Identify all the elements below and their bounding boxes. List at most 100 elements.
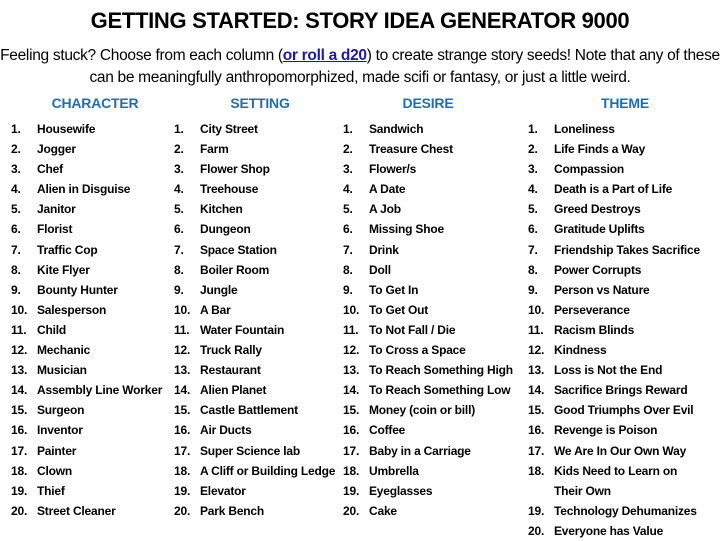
item-text: Super Science lab bbox=[200, 443, 300, 458]
item-number: 5. bbox=[528, 202, 538, 217]
item-text: To Reach Something Low bbox=[369, 383, 511, 398]
item-number: 18. bbox=[343, 463, 360, 478]
item-number: 3. bbox=[528, 162, 538, 177]
item-text: Coffee bbox=[369, 423, 406, 438]
item-number: 4. bbox=[11, 182, 21, 197]
item-text: Technology Dehumanizes bbox=[554, 503, 697, 518]
item-number: 2. bbox=[174, 142, 184, 157]
item-text: Alien in Disguise bbox=[37, 182, 131, 197]
item-text: City Street bbox=[200, 122, 258, 136]
item-text: Mechanic bbox=[37, 343, 91, 358]
character-list-item: 12. Mechanic bbox=[11, 340, 162, 360]
item-text: Space Station bbox=[200, 242, 277, 257]
item-text: Doll bbox=[369, 262, 391, 277]
item-number: 1. bbox=[174, 122, 184, 136]
item-text: Boiler Room bbox=[200, 262, 270, 277]
character-list-item: 3. Chef bbox=[11, 159, 162, 179]
item-text: Good Triumphs Over Evil bbox=[554, 403, 694, 418]
item-number: 9. bbox=[528, 282, 538, 297]
item-number: 19. bbox=[528, 503, 545, 518]
item-number: 7. bbox=[528, 242, 538, 257]
item-text: Janitor bbox=[37, 202, 76, 217]
setting-list-item: 6. Dungeon bbox=[174, 219, 335, 239]
character-list-item: 17. Painter bbox=[11, 441, 162, 461]
item-number: 7. bbox=[174, 242, 184, 257]
setting-list-item: 18. A Cliff or Building Ledge bbox=[174, 461, 335, 481]
item-number: 13. bbox=[528, 363, 545, 378]
desire-list-item: 7. Drink bbox=[343, 240, 513, 260]
item-text: Clown bbox=[37, 463, 72, 478]
item-text: Musician bbox=[37, 363, 87, 378]
item-number: 2. bbox=[528, 142, 538, 157]
setting-list-item: 10. A Bar bbox=[174, 300, 335, 320]
theme-list-item: 15. Good Triumphs Over Evil bbox=[528, 400, 700, 420]
setting-list-item: 17. Super Science lab bbox=[174, 441, 335, 461]
item-text: Painter bbox=[37, 443, 77, 458]
item-text: Compassion bbox=[554, 162, 625, 177]
character-list-item: 15. Surgeon bbox=[11, 400, 162, 420]
item-number: 20. bbox=[11, 503, 28, 518]
item-text: Inventor bbox=[37, 423, 83, 438]
character-list-item: 10. Salesperson bbox=[11, 300, 162, 320]
item-text: Thief bbox=[37, 483, 65, 498]
item-text: Treasure Chest bbox=[369, 142, 453, 157]
character-list-item: 1. Housewife bbox=[11, 119, 162, 139]
desire-list-item: 2. Treasure Chest bbox=[343, 139, 513, 159]
item-text: To Get In bbox=[369, 282, 419, 297]
character-list-item: 4. Alien in Disguise bbox=[11, 179, 162, 199]
theme-list-item: 12. Kindness bbox=[528, 340, 700, 360]
desire-list-item: 12. To Cross a Space bbox=[343, 340, 513, 360]
character-list-item: 19. Thief bbox=[11, 481, 162, 501]
item-text: Park Bench bbox=[200, 503, 265, 518]
item-number: 17. bbox=[528, 443, 545, 458]
item-number: 11. bbox=[11, 322, 27, 337]
item-text: Assembly Line Worker bbox=[37, 383, 163, 398]
item-number: 12. bbox=[343, 343, 360, 358]
desire-list-item: 6. Missing Shoe bbox=[343, 219, 513, 239]
theme-list-item: 10. Perseverance bbox=[528, 300, 700, 320]
desire-list: 1. Sandwich 2. Treasure Chest 3. Flower/s 4. A … bbox=[343, 119, 513, 521]
item-number: 5. bbox=[11, 202, 21, 217]
item-number: 6. bbox=[528, 222, 538, 237]
item-text: Kite Flyer bbox=[37, 262, 90, 277]
character-list-item: 9. Bounty Hunter bbox=[11, 280, 162, 300]
item-number: 10. bbox=[174, 302, 191, 317]
desire-list-item: 16. Coffee bbox=[343, 420, 513, 440]
item-number: 9. bbox=[11, 282, 21, 297]
character-list-item: 16. Inventor bbox=[11, 420, 162, 440]
theme-list-item: 13. Loss is Not the End bbox=[528, 360, 700, 380]
item-number: 15. bbox=[343, 403, 360, 418]
item-number: 14. bbox=[11, 383, 28, 398]
setting-list-item: 9. Jungle bbox=[174, 280, 335, 300]
column-header-theme: THEME bbox=[600, 95, 649, 111]
theme-list: 1. Loneliness 2. Life Finds a Way 3. Compassi… bbox=[528, 119, 700, 541]
roll-d20-link[interactable]: or roll a d20 bbox=[283, 47, 367, 64]
item-number: 1. bbox=[11, 122, 21, 136]
item-number: 13. bbox=[174, 363, 191, 378]
setting-list-item: 7. Space Station bbox=[174, 240, 335, 260]
character-list-item: 6. Florist bbox=[11, 219, 162, 239]
column-header-character: CHARACTER bbox=[51, 95, 139, 111]
setting-list-item: 16. Air Ducts bbox=[174, 420, 335, 440]
item-text: Greed Destroys bbox=[554, 202, 641, 217]
item-number: 2. bbox=[11, 142, 21, 157]
column-header-setting: SETTING bbox=[230, 95, 290, 111]
item-number: 13. bbox=[343, 363, 360, 378]
item-number: 10. bbox=[528, 302, 545, 317]
item-number: 12. bbox=[11, 343, 28, 358]
setting-list: 1. City Street 2. Farm 3. Flower Shop 4. Treeho… bbox=[174, 119, 335, 521]
item-number: 8. bbox=[343, 262, 353, 277]
desire-list-item: 3. Flower/s bbox=[343, 159, 513, 179]
character-list-item: 11. Child bbox=[11, 320, 162, 340]
item-text: Kitchen bbox=[200, 202, 243, 217]
item-number: 1. bbox=[528, 122, 538, 136]
character-list-item: 5. Janitor bbox=[11, 199, 162, 219]
item-text: Treehouse bbox=[200, 182, 259, 197]
item-number: 11. bbox=[528, 322, 544, 337]
item-number: 17. bbox=[174, 443, 191, 458]
theme-list-item: 18. Kids Need to Learn on Their Own bbox=[528, 461, 700, 501]
item-number: 4. bbox=[343, 182, 353, 197]
item-number: 12. bbox=[528, 343, 545, 358]
item-text: Elevator bbox=[200, 483, 246, 498]
desire-list-item: 13. To Reach Something High bbox=[343, 360, 513, 380]
